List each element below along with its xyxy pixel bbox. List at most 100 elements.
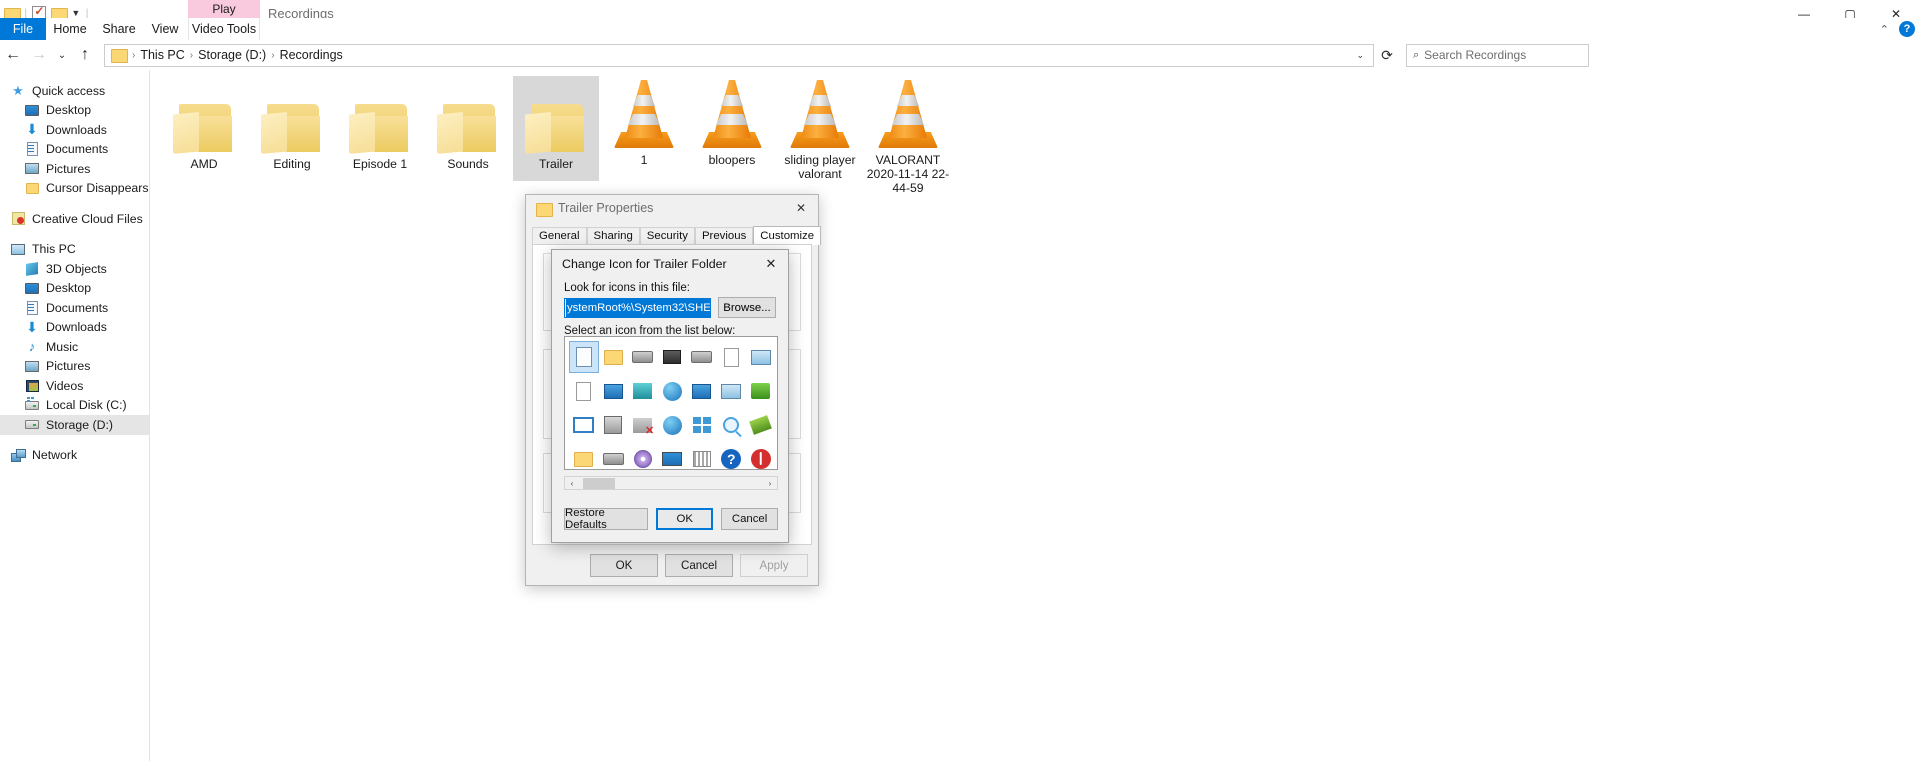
sidebar-item-pictures[interactable]: Pictures xyxy=(0,159,149,179)
sidebar-item-pictures-pc[interactable]: Pictures xyxy=(0,357,149,377)
icon-cell[interactable] xyxy=(569,375,599,407)
change-icon-close-button[interactable]: ✕ xyxy=(756,252,786,276)
breadcrumb-item-this-pc[interactable]: This PC xyxy=(137,45,187,65)
sidebar-item-this-pc[interactable]: This PC xyxy=(0,240,149,260)
sidebar-item-cursor-disappears[interactable]: Cursor Disappears on Ma xyxy=(0,179,149,199)
back-button[interactable]: ← xyxy=(0,41,26,69)
tab-previous-versions[interactable]: Previous Versions xyxy=(694,227,754,259)
scroll-right-icon[interactable]: › xyxy=(763,477,777,489)
icon-cell[interactable] xyxy=(599,409,629,441)
search-input[interactable]: ⌕ Search Recordings xyxy=(1406,43,1589,67)
file-list-view[interactable]: AMD Editing Episode 1 Sounds Trailer 1 b… xyxy=(151,70,1919,761)
tab-view[interactable]: View xyxy=(144,18,186,40)
icon-cell[interactable] xyxy=(599,341,629,373)
up-button[interactable]: ↑ xyxy=(72,41,98,69)
icon-cell[interactable] xyxy=(628,409,658,441)
icon-cell[interactable] xyxy=(628,341,658,373)
tab-home[interactable]: Home xyxy=(46,18,94,40)
properties-cancel-button[interactable]: Cancel xyxy=(665,553,733,577)
address-dropdown-icon[interactable]: ⌄ xyxy=(1349,50,1371,61)
list-item[interactable]: AMD xyxy=(161,80,247,171)
tab-security[interactable]: Security xyxy=(639,227,695,245)
icon-cell[interactable] xyxy=(687,341,717,373)
help-icon[interactable]: ? xyxy=(1899,21,1915,37)
sidebar-item-local-disk-c[interactable]: Local Disk (C:) xyxy=(0,396,149,416)
icon-cell[interactable] xyxy=(599,375,629,407)
sidebar-item-downloads-pc[interactable]: ⬇ Downloads xyxy=(0,318,149,338)
properties-close-button[interactable]: ✕ xyxy=(784,195,818,221)
breadcrumb-separator-1[interactable]: › xyxy=(188,50,195,61)
breadcrumb[interactable]: › This PC › Storage (D:) › Recordings ⌄ xyxy=(104,43,1374,67)
icon-cell[interactable] xyxy=(599,443,629,469)
icon-cell[interactable] xyxy=(628,443,658,469)
properties-ok-button[interactable]: OK xyxy=(590,553,658,577)
icon-cell[interactable] xyxy=(746,375,776,407)
list-item[interactable]: VALORANT 2020-11-14 22-44-59 xyxy=(865,76,951,195)
icon-cell[interactable] xyxy=(687,409,717,441)
icon-cell[interactable] xyxy=(658,409,688,441)
tab-share[interactable]: Share xyxy=(94,18,144,40)
list-item-selected[interactable]: Trailer xyxy=(513,76,599,181)
tab-general[interactable]: General xyxy=(532,227,587,245)
icon-cell[interactable] xyxy=(687,443,717,469)
sidebar-item-desktop-pc[interactable]: Desktop xyxy=(0,279,149,299)
icon-cell[interactable] xyxy=(569,443,599,469)
chevron-down-icon[interactable]: ▼ xyxy=(71,8,80,18)
icon-cell[interactable]: ? xyxy=(717,443,747,469)
icon-cell[interactable] xyxy=(628,375,658,407)
sidebar-item-music[interactable]: ♪ Music xyxy=(0,337,149,357)
change-icon-ok-button[interactable]: OK xyxy=(656,508,714,530)
sidebar-item-3d-objects[interactable]: 3D Objects xyxy=(0,259,149,279)
scrollbar-thumb[interactable] xyxy=(583,477,615,489)
list-item[interactable]: Episode 1 xyxy=(337,80,423,171)
sidebar-item-desktop[interactable]: Desktop xyxy=(0,101,149,121)
forward-button: → xyxy=(31,46,47,63)
breadcrumb-item-storage[interactable]: Storage (D:) xyxy=(195,45,269,65)
sidebar-item-creative-cloud-files[interactable]: Creative Cloud Files xyxy=(0,209,149,229)
sidebar-item-downloads[interactable]: ⬇ Downloads xyxy=(0,120,149,140)
icon-cell[interactable] xyxy=(569,341,599,373)
scroll-left-icon[interactable]: ‹ xyxy=(565,477,579,489)
restore-defaults-button[interactable]: Restore Defaults xyxy=(564,507,649,531)
change-icon-cancel-button[interactable]: Cancel xyxy=(721,508,778,530)
icon-cell[interactable] xyxy=(717,375,747,407)
tab-video-tools[interactable]: Video Tools xyxy=(188,18,260,40)
list-item[interactable]: Editing xyxy=(249,80,335,171)
navigation-pane[interactable]: ★ Quick access Desktop ⬇ Downloads Docum… xyxy=(0,70,150,761)
list-item[interactable]: bloopers xyxy=(689,76,775,167)
sidebar-item-network[interactable]: Network xyxy=(0,446,149,466)
icon-cell[interactable] xyxy=(746,443,776,469)
icon-cell[interactable] xyxy=(658,375,688,407)
icon-cell[interactable] xyxy=(717,341,747,373)
refresh-button[interactable]: ⟳ xyxy=(1374,41,1400,69)
breadcrumb-item-recordings[interactable]: Recordings xyxy=(277,45,346,65)
icon-cell[interactable] xyxy=(569,409,599,441)
list-item[interactable]: sliding player valorant xyxy=(777,76,863,181)
icon-list[interactable]: ? xyxy=(564,336,778,470)
sidebar-item-storage-d[interactable]: Storage (D:) xyxy=(0,415,149,435)
icon-list-scrollbar[interactable]: ‹ › xyxy=(564,476,778,490)
browse-button[interactable]: Browse... xyxy=(718,297,776,318)
icon-cell[interactable] xyxy=(746,409,776,441)
breadcrumb-separator-2[interactable]: › xyxy=(269,50,276,61)
sidebar-item-videos[interactable]: Videos xyxy=(0,376,149,396)
sidebar-item-label: Network xyxy=(32,448,78,463)
tab-customize[interactable]: Customize xyxy=(753,226,822,245)
tab-sharing[interactable]: Sharing xyxy=(586,227,640,245)
recent-locations-icon[interactable]: ⌄ xyxy=(52,41,72,69)
icon-path-input[interactable]: ystemRoot%\System32\SHELL32.dll xyxy=(564,297,711,318)
icon-cell[interactable] xyxy=(746,341,776,373)
sidebar-item-documents[interactable]: Documents xyxy=(0,140,149,160)
sidebar-item-quick-access[interactable]: ★ Quick access xyxy=(0,81,149,101)
icon-cell[interactable] xyxy=(658,443,688,469)
sidebar-item-documents-pc[interactable]: Documents xyxy=(0,298,149,318)
tab-file[interactable]: File xyxy=(0,18,46,40)
collapse-ribbon-icon[interactable]: ⌃ xyxy=(1880,23,1889,36)
list-item[interactable]: 1 xyxy=(601,76,687,167)
icon-cell[interactable] xyxy=(658,341,688,373)
change-icon-dialog[interactable]: Change Icon for Trailer Folder ✕ Look fo… xyxy=(551,249,789,543)
list-item[interactable]: Sounds xyxy=(425,80,511,171)
icon-cell[interactable] xyxy=(717,409,747,441)
breadcrumb-separator-0[interactable]: › xyxy=(130,50,137,61)
icon-cell[interactable] xyxy=(687,375,717,407)
